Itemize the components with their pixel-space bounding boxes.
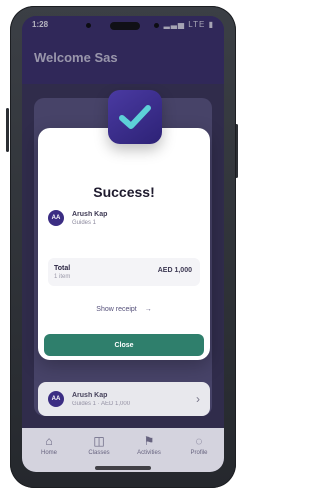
list-item[interactable]: AA Arush Kap Guides 1 · AED 1,000 › (38, 382, 210, 416)
success-title: Success! (93, 184, 155, 200)
nav-item-classes[interactable]: ◫ Classes (74, 434, 124, 456)
app-screen: 1:28 ▂▃▅ LTE ▮ Welcome Sas Success! AA A… (22, 16, 224, 472)
classes-icon: ◫ (93, 434, 105, 448)
nav-item-home[interactable]: ⌂ Home (24, 434, 74, 456)
total-row: Total 1 item AED 1,000 (48, 258, 200, 286)
user-row: AA Arush Kap Guides 1 (48, 208, 200, 232)
avatar: AA (48, 391, 64, 407)
check-icon (119, 105, 151, 129)
arrow-right-icon: → (144, 306, 152, 313)
user-subtitle: Guides 1 (72, 220, 97, 226)
total-label: Total (54, 265, 71, 272)
user-name: Arush Kap (72, 211, 108, 218)
chevron-right-icon: › (196, 392, 200, 406)
list-item-name: Arush Kap (72, 392, 108, 399)
home-icon: ⌂ (45, 434, 53, 448)
home-indicator[interactable] (95, 466, 151, 470)
success-badge (108, 90, 162, 144)
total-amount: AED 1,000 (157, 267, 192, 274)
show-receipt-link[interactable]: Show receipt → (38, 306, 210, 313)
avatar: AA (48, 210, 64, 226)
list-item-subtitle: Guides 1 · AED 1,000 (72, 401, 131, 407)
total-subtitle: 1 item (54, 274, 71, 280)
close-button[interactable]: Close (44, 334, 204, 356)
profile-icon: ◌ (195, 434, 203, 448)
nav-label: Home (40, 450, 57, 456)
device-side-button-left (6, 108, 9, 152)
nav-label: Activities (137, 450, 161, 456)
nav-item-profile[interactable]: ◌ Profile (174, 434, 224, 456)
nav-label: Profile (190, 450, 208, 456)
show-receipt-label: Show receipt (96, 306, 137, 313)
nav-item-activities[interactable]: ⚑ Activities (124, 434, 174, 456)
activities-icon: ⚑ (143, 434, 155, 448)
nav-label: Classes (88, 450, 110, 456)
success-modal (38, 128, 210, 360)
